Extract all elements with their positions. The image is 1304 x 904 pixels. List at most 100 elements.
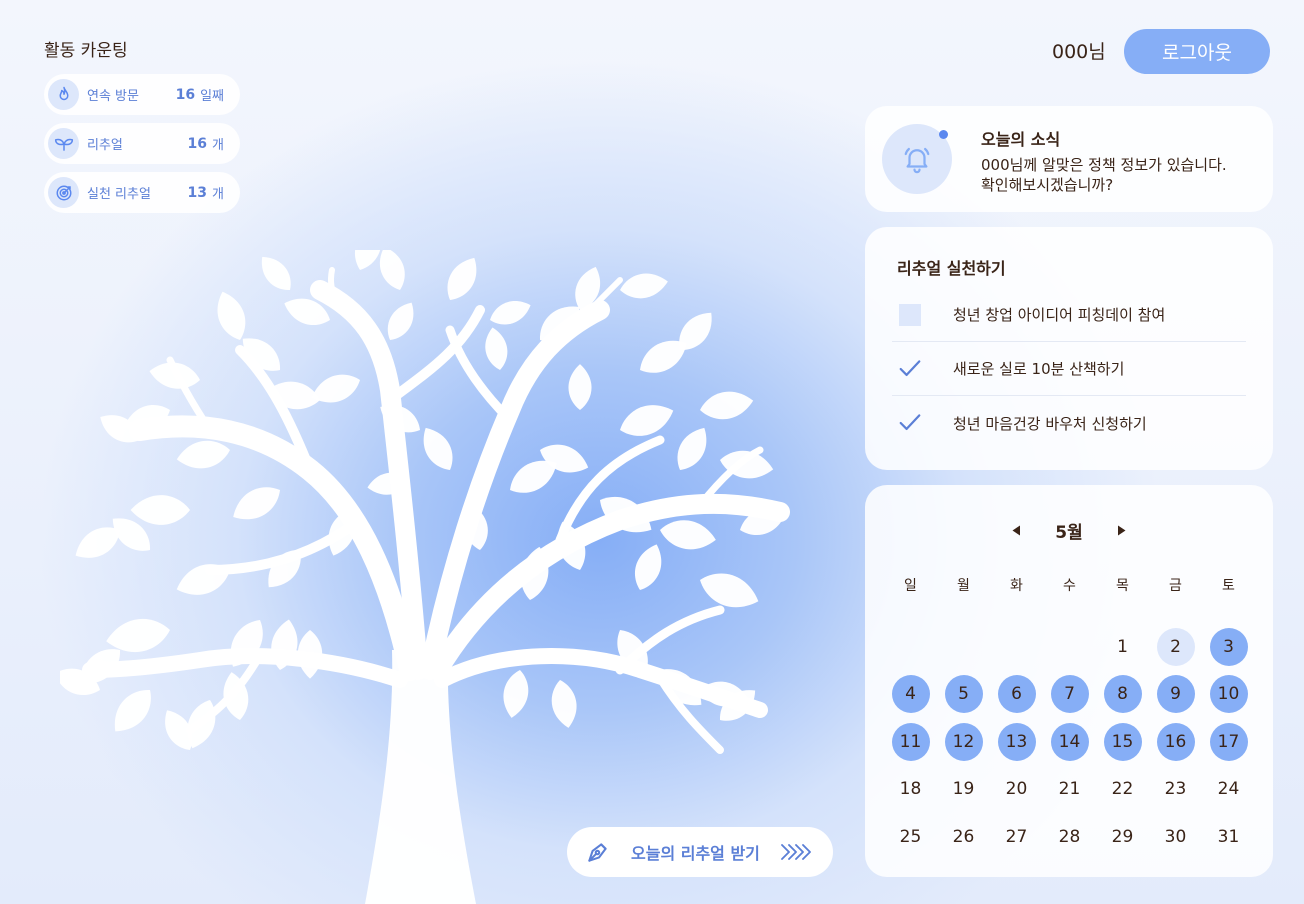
calendar-card: 5월 일월화수목금토 1 2 3 4 5 6 7 8 9 10 11 12 13 14 15 16 17 18 19… bbox=[865, 485, 1273, 877]
news-body: 000님께 알맞은 정책 정보가 있습니다. 확인해보시겠습니까? bbox=[981, 155, 1261, 195]
prev-month-button[interactable] bbox=[1001, 519, 1031, 543]
calendar-day-number: 13 bbox=[997, 722, 1036, 761]
weekday-label: 일 bbox=[904, 578, 917, 594]
calendar-day-number: 12 bbox=[944, 722, 983, 761]
logout-button[interactable]: 로그아웃 bbox=[1124, 29, 1270, 74]
calendar-day-number: 23 bbox=[1164, 779, 1187, 800]
todo-item[interactable]: 청년 창업 아이디어 피칭데이 참여 bbox=[892, 288, 1246, 342]
todo-item[interactable]: 새로운 실로 10분 산책하기 bbox=[892, 342, 1246, 396]
calendar-day[interactable]: 4 bbox=[884, 671, 937, 719]
notification-dot bbox=[939, 130, 948, 139]
pen-nib-icon bbox=[588, 843, 607, 862]
calendar-day-number: 15 bbox=[1103, 722, 1142, 761]
calendar-day[interactable]: 30 bbox=[1149, 813, 1202, 861]
news-card[interactable]: 오늘의 소식 000님께 알맞은 정책 정보가 있습니다. 확인해보시겠습니까? bbox=[865, 106, 1273, 212]
target-icon bbox=[48, 177, 79, 208]
todo-item[interactable]: 청년 마음건강 바우처 신청하기 bbox=[892, 396, 1246, 450]
calendar-day[interactable]: 31 bbox=[1202, 813, 1255, 861]
calendar-grid: 일월화수목금토 1 2 3 4 5 6 7 8 9 10 11 12 13 14 15 16 17 18 19 20 2… bbox=[884, 575, 1255, 861]
calendar-day[interactable]: 22 bbox=[1096, 766, 1149, 814]
todo-text: 새로운 실로 10분 산책하기 bbox=[953, 360, 1125, 378]
calendar-day-number: 21 bbox=[1058, 779, 1081, 800]
calendar-day[interactable]: 20 bbox=[990, 766, 1043, 814]
calendar-day[interactable]: 18 bbox=[884, 766, 937, 814]
stat-unit: 개 bbox=[212, 138, 224, 153]
todo-text: 청년 창업 아이디어 피칭데이 참여 bbox=[953, 306, 1166, 324]
news-title: 오늘의 소식 bbox=[981, 130, 1061, 149]
user-name: 000님 bbox=[1052, 41, 1106, 63]
calendar-day[interactable]: 29 bbox=[1096, 813, 1149, 861]
calendar-month: 5월 bbox=[1055, 523, 1083, 543]
stat-unit: 개 bbox=[212, 187, 224, 202]
calendar-day-number: 6 bbox=[997, 675, 1036, 714]
calendar-day-number: 26 bbox=[952, 826, 975, 847]
calendar-day-number: 18 bbox=[899, 779, 922, 800]
calendar-day[interactable]: 11 bbox=[884, 718, 937, 766]
calendar-day[interactable]: 9 bbox=[1149, 671, 1202, 719]
flame-icon bbox=[48, 79, 79, 110]
calendar-day[interactable]: 16 bbox=[1149, 718, 1202, 766]
todo-checkbox[interactable] bbox=[899, 358, 921, 380]
stat-streak: 연속 방문 16 일째 bbox=[44, 74, 240, 115]
weekday-label: 수 bbox=[1063, 578, 1076, 594]
stat-label: 연속 방문 bbox=[87, 89, 139, 104]
check-icon bbox=[899, 414, 921, 431]
news-line: 000님께 알맞은 정책 정보가 있습니다. bbox=[981, 156, 1227, 174]
calendar-day[interactable]: 10 bbox=[1202, 671, 1255, 719]
calendar-day[interactable]: 1 bbox=[1096, 623, 1149, 671]
news-line: 확인해보시겠습니까? bbox=[981, 176, 1114, 194]
stat-unit: 일째 bbox=[200, 89, 224, 104]
todo-checkbox[interactable] bbox=[899, 303, 921, 326]
calendar-day[interactable]: 12 bbox=[937, 718, 990, 766]
calendar-day-number: 14 bbox=[1050, 722, 1089, 761]
calendar-day-number: 30 bbox=[1164, 826, 1187, 847]
calendar-day-number: 17 bbox=[1209, 722, 1248, 761]
stat-practiced: 실천 리추얼 13 개 bbox=[44, 172, 240, 213]
tree-illustration bbox=[60, 250, 790, 904]
calendar-day[interactable]: 14 bbox=[1043, 718, 1096, 766]
calendar-day[interactable]: 24 bbox=[1202, 766, 1255, 814]
calendar-day[interactable]: 15 bbox=[1096, 718, 1149, 766]
stat-label: 실천 리추얼 bbox=[87, 187, 151, 202]
weekday-label: 토 bbox=[1222, 578, 1235, 594]
calendar-day[interactable]: 19 bbox=[937, 766, 990, 814]
calendar-day[interactable]: 6 bbox=[990, 671, 1043, 719]
calendar-day-number: 1 bbox=[1117, 636, 1128, 657]
calendar-day[interactable]: 21 bbox=[1043, 766, 1096, 814]
calendar-day-number: 3 bbox=[1209, 627, 1248, 666]
calendar-weekdays: 일월화수목금토 bbox=[884, 575, 1255, 597]
triangle-left-icon bbox=[1012, 525, 1020, 536]
calendar-day-number: 19 bbox=[952, 779, 975, 800]
todo-title: 리추얼 실천하기 bbox=[897, 259, 1006, 278]
calendar-day[interactable]: 2 bbox=[1149, 623, 1202, 671]
calendar-day-number: 7 bbox=[1050, 675, 1089, 714]
next-month-button[interactable] bbox=[1107, 519, 1137, 543]
calendar-day[interactable]: 3 bbox=[1202, 623, 1255, 671]
calendar-days: 1 2 3 4 5 6 7 8 9 10 11 12 13 14 15 16 17 18 19 20 21 22 23 24 2… bbox=[884, 623, 1255, 861]
stat-value: 16 bbox=[175, 86, 196, 103]
todo-list: 청년 창업 아이디어 피칭데이 참여 새로운 실로 10분 산책하기 청년 마음… bbox=[892, 288, 1246, 450]
activity-counting: 활동 카운팅 연속 방문 16 일째 리추얼 16 개 실천 리추얼 13 개 bbox=[44, 40, 244, 221]
calendar-day[interactable]: 8 bbox=[1096, 671, 1149, 719]
calendar-day[interactable]: 17 bbox=[1202, 718, 1255, 766]
calendar-day[interactable]: 23 bbox=[1149, 766, 1202, 814]
calendar-day-number: 16 bbox=[1156, 722, 1195, 761]
weekday-label: 화 bbox=[1010, 578, 1023, 594]
calendar-day-number: 8 bbox=[1103, 675, 1142, 714]
calendar-day[interactable]: 7 bbox=[1043, 671, 1096, 719]
calendar-day-number: 28 bbox=[1058, 826, 1081, 847]
calendar-day[interactable]: 27 bbox=[990, 813, 1043, 861]
calendar-day-number: 22 bbox=[1111, 779, 1134, 800]
todo-checkbox[interactable] bbox=[899, 412, 921, 434]
stat-value: 13 bbox=[187, 184, 208, 201]
calendar-day[interactable]: 5 bbox=[937, 671, 990, 719]
get-ritual-button[interactable]: 오늘의 리추얼 받기 bbox=[567, 827, 833, 877]
calendar-day[interactable]: 25 bbox=[884, 813, 937, 861]
calendar-day[interactable]: 13 bbox=[990, 718, 1043, 766]
calendar-day-number: 29 bbox=[1111, 826, 1134, 847]
calendar-day[interactable]: 28 bbox=[1043, 813, 1096, 861]
stat-label: 리추얼 bbox=[87, 138, 123, 153]
calendar-header: 5월 bbox=[865, 518, 1273, 543]
calendar-day[interactable]: 26 bbox=[937, 813, 990, 861]
ritual-todo-card: 리추얼 실천하기 청년 창업 아이디어 피칭데이 참여 새로운 실로 10분 산… bbox=[865, 227, 1273, 470]
